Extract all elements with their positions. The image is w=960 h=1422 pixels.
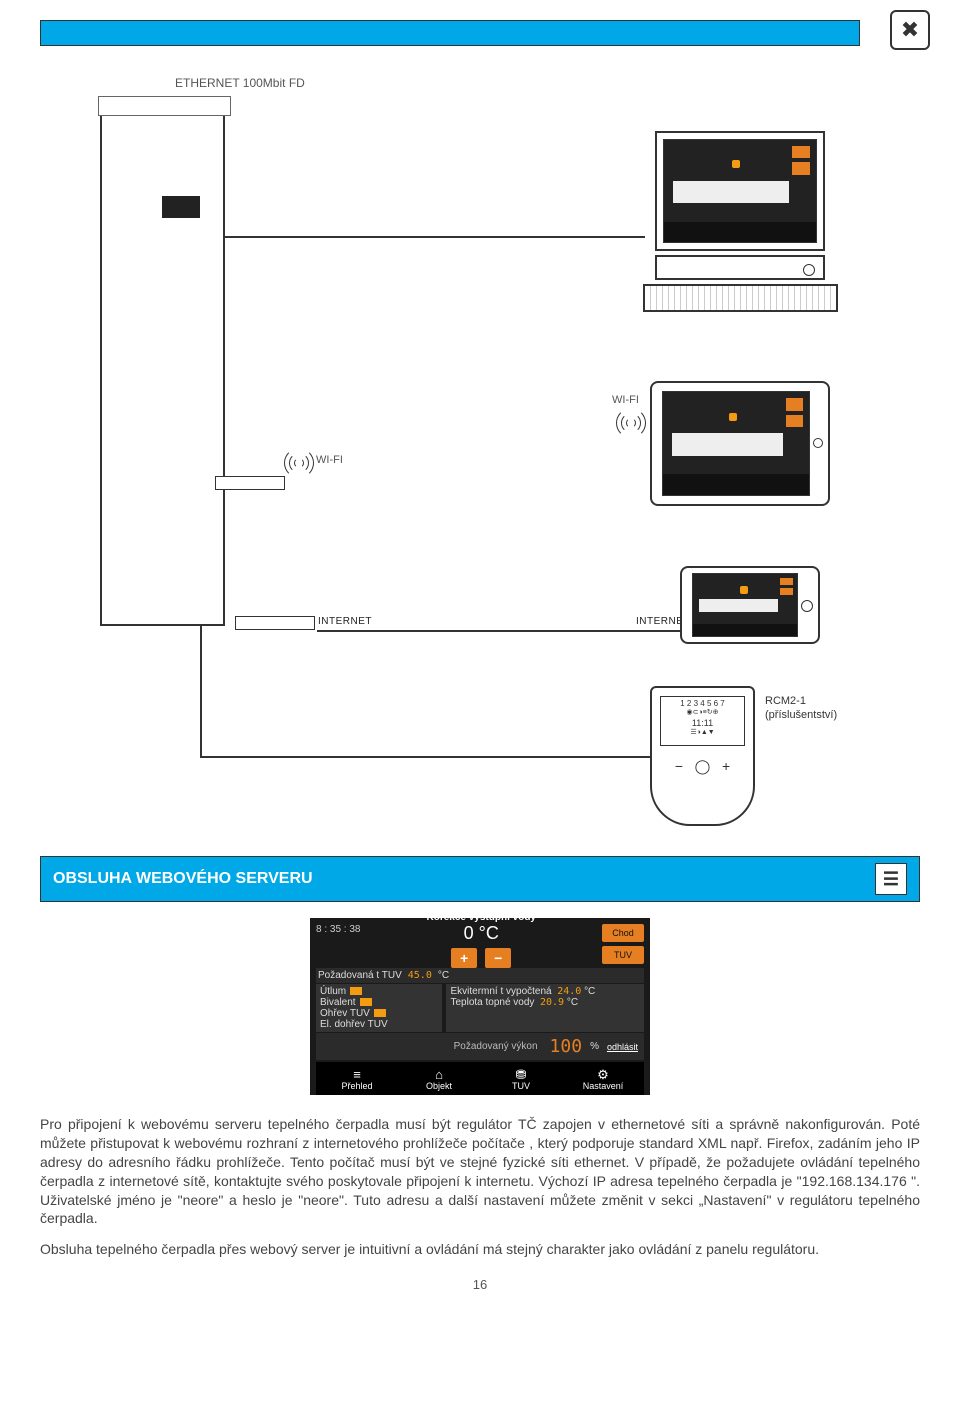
plus-button[interactable]: + — [451, 948, 477, 968]
rcm-display-line1: 1 2 3 4 5 6 7 — [661, 699, 744, 708]
tuv-button[interactable]: TUV — [602, 946, 644, 964]
menu-icon: ☰ — [875, 863, 907, 895]
wifi-router — [215, 476, 285, 490]
nav-tuv[interactable]: ⛃TUV — [480, 1062, 562, 1095]
left-row-2: Ohřev TUV — [320, 1008, 370, 1019]
left-row-0: Útlum — [320, 986, 346, 997]
smartphone-device — [680, 566, 820, 644]
header-bar — [40, 20, 860, 46]
rcm-display-time: 11:11 — [661, 718, 744, 728]
rcm-label: RCM2-1 (příslušentství) — [765, 694, 837, 723]
right-row-1-value: 20.9 — [540, 997, 564, 1008]
correction-title: Korekce výstupní vody — [427, 912, 536, 923]
page-number: 16 — [40, 1277, 920, 1292]
nav-nastaveni[interactable]: ⚙Nastavení — [562, 1062, 644, 1095]
wifi-icon — [282, 446, 316, 480]
rcm-accessory: 1 2 3 4 5 6 7 ◉⊂◑≡↻⊕ 11:11 ☰◑▲▼ − ◯ + — [650, 686, 755, 826]
wifi-label-1: WI-FI — [316, 454, 343, 466]
web-server-screenshot: 8 : 35 : 38 Korekce výstupní vody 0 °C +… — [310, 918, 650, 1095]
paragraph-1: Pro připojení k webovému serveru tepelné… — [40, 1115, 920, 1228]
right-row-1-unit: °C — [567, 997, 578, 1008]
power-label: Požadovaný výkon — [320, 1041, 542, 1052]
section-title: OBSLUHA WEBOVÉHO SERVERU — [53, 870, 313, 888]
wifi-label-2: WI-FI — [612, 394, 639, 406]
heat-pump-unit — [100, 106, 225, 626]
left-row-3: El. dohřev TUV — [320, 1019, 388, 1030]
power-value: 100 — [550, 1036, 583, 1057]
internet-router — [235, 616, 315, 630]
req-tuv-unit: °C — [438, 970, 449, 981]
desktop-computer — [640, 131, 840, 312]
minus-button[interactable]: − — [485, 948, 511, 968]
tools-icon: ✖ — [890, 10, 930, 50]
section-header: OBSLUHA WEBOVÉHO SERVERU ☰ — [40, 856, 920, 902]
tablet-device — [650, 381, 830, 506]
right-row-1-label: Teplota topné vody — [450, 997, 534, 1008]
body-text: Pro připojení k webovému serveru tepelné… — [40, 1115, 920, 1259]
right-row-0-unit: °C — [584, 986, 595, 997]
wifi-icon — [614, 406, 648, 440]
correction-value: 0 °C — [427, 923, 536, 944]
heat-pump-display — [162, 196, 200, 218]
req-tuv-value: 45.0 — [408, 970, 432, 981]
connection-diagram: ETHERNET 100Mbit FD WI-FI WI-FI — [100, 76, 860, 836]
logout-link[interactable]: odhlásit — [607, 1042, 640, 1052]
paragraph-2: Obsluha tepelného čerpadla přes webový s… — [40, 1240, 920, 1259]
internet-label-1: INTERNET — [318, 616, 372, 627]
mode-button[interactable]: Chod — [602, 924, 644, 942]
server-time: 8 : 35 : 38 — [316, 924, 360, 935]
req-tuv-label: Požadovaná t TUV — [318, 970, 402, 981]
nav-prehled[interactable]: ≡Přehled — [316, 1062, 398, 1095]
ethernet-label: ETHERNET 100Mbit FD — [175, 76, 305, 90]
power-unit: % — [590, 1041, 599, 1052]
right-row-0-label: Ekvitermní t vypočtená — [450, 986, 551, 997]
left-row-1: Bivalent — [320, 997, 356, 1008]
right-row-0-value: 24.0 — [557, 986, 581, 997]
nav-objekt[interactable]: ⌂Objekt — [398, 1062, 480, 1095]
